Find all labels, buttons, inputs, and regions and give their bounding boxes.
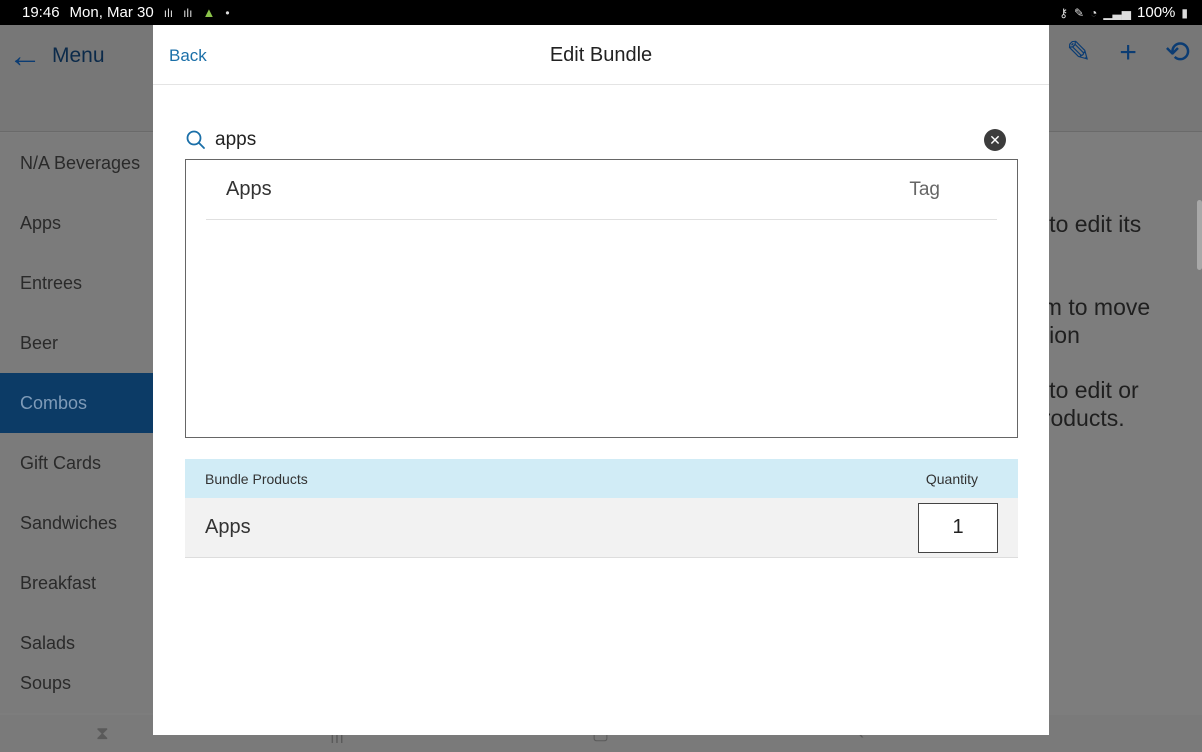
status-time: 19:46 bbox=[22, 4, 60, 21]
sidebar-item[interactable]: Apps bbox=[0, 193, 153, 253]
category-sidebar: N/A Beverages Apps Entrees Beer Combos G… bbox=[0, 133, 153, 713]
add-icon[interactable]: + bbox=[1119, 36, 1137, 70]
search-icon bbox=[186, 130, 205, 149]
dialog-header: Back Edit Bundle bbox=[153, 25, 1049, 85]
sidebar-item[interactable]: Sandwiches bbox=[0, 493, 153, 553]
bundle-product-row[interactable]: Apps bbox=[185, 498, 1018, 558]
sidebar-item[interactable]: Breakfast bbox=[0, 553, 153, 613]
battery-icon: ▮ bbox=[1181, 5, 1188, 20]
pen-icon: ✎ bbox=[1074, 5, 1085, 20]
bundle-product-name: Apps bbox=[205, 516, 251, 538]
battery-level: 100% bbox=[1137, 4, 1176, 21]
edit-icon[interactable]: ✎ bbox=[1066, 35, 1091, 70]
sidebar-item[interactable]: Soups bbox=[0, 673, 153, 693]
result-type: Tag bbox=[909, 178, 940, 200]
column-header-quantity: Quantity bbox=[925, 470, 978, 487]
result-name: Apps bbox=[226, 178, 272, 200]
android-icon: ▲ bbox=[202, 5, 216, 20]
sidebar-item[interactable]: Entrees bbox=[0, 253, 153, 313]
sidebar-item-active[interactable]: Combos bbox=[0, 373, 153, 433]
search-input[interactable] bbox=[215, 129, 935, 151]
wifi-icon: ◔ bbox=[1090, 5, 1098, 20]
edit-bundle-dialog: Back Edit Bundle ✕ Apps Tag Bundle Produ… bbox=[153, 25, 1049, 735]
instructions-text: n to edit itsls em to moveation n to edi… bbox=[1030, 210, 1200, 459]
menu-label: Menu bbox=[52, 44, 105, 67]
notification-icon: ılı bbox=[163, 5, 174, 20]
quantity-input[interactable] bbox=[918, 502, 998, 553]
status-date: Mon, Mar 30 bbox=[69, 4, 154, 21]
column-header-product: Bundle Products bbox=[205, 470, 308, 487]
sidebar-item[interactable]: Salads bbox=[0, 613, 153, 673]
notification-icon-2: ılı bbox=[183, 5, 193, 20]
clear-search-icon[interactable]: ✕ bbox=[984, 129, 1006, 151]
clock-in-icon[interactable]: ⧗ bbox=[96, 723, 109, 744]
menu-back-button[interactable]: ← Menu bbox=[8, 39, 105, 73]
more-notifications-icon: • bbox=[225, 5, 230, 20]
sync-icon[interactable]: ⟲ bbox=[1165, 35, 1190, 70]
scrollbar[interactable] bbox=[1197, 200, 1202, 270]
signal-icon: ▁▃▅ bbox=[1103, 5, 1132, 20]
bundle-table-header: Bundle Products Quantity bbox=[185, 459, 1018, 498]
dialog-title: Edit Bundle bbox=[549, 44, 653, 66]
search-result-item[interactable]: Apps Tag bbox=[206, 160, 997, 220]
status-bar: 19:46 Mon, Mar 30 ılı ılı ▲ • ⚷ ✎ ◔ ▁▃▅ … bbox=[0, 0, 1202, 25]
sidebar-item[interactable]: Gift Cards bbox=[0, 433, 153, 493]
sidebar-item[interactable]: N/A Beverages bbox=[0, 133, 153, 193]
search-results-list: Apps Tag bbox=[185, 159, 1018, 438]
arrow-left-icon: ← bbox=[8, 37, 42, 75]
sidebar-item[interactable]: Beer bbox=[0, 313, 153, 373]
header-actions: ✎ + ⟲ bbox=[1066, 35, 1190, 70]
vpn-key-icon: ⚷ bbox=[1059, 5, 1069, 20]
search-bar: ✕ bbox=[185, 125, 1018, 155]
